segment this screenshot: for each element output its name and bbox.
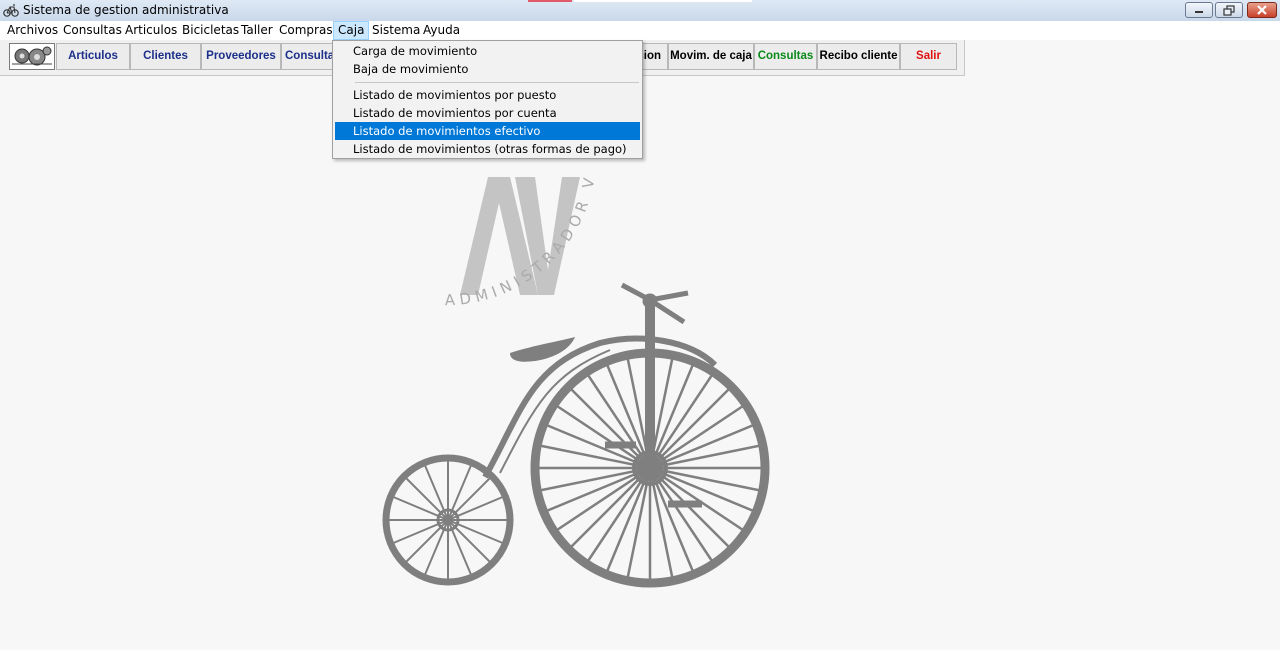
menu-compras[interactable]: Compras bbox=[275, 21, 337, 40]
toolbar-articulos-button[interactable]: Articulos bbox=[56, 43, 130, 70]
title-accent-red bbox=[528, 0, 572, 2]
toolbar-logo-button[interactable] bbox=[9, 43, 55, 70]
minimize-icon bbox=[1195, 11, 1203, 13]
title-bar: Sistema de gestion administrativa bbox=[0, 0, 1280, 22]
menu-option-baja-movimiento[interactable]: Baja de movimiento bbox=[335, 60, 640, 78]
menu-option-listado-por-cuenta[interactable]: Listado de movimientos por cuenta bbox=[335, 104, 640, 122]
toolbar-recibo-cliente-button[interactable]: Recibo cliente bbox=[817, 43, 900, 70]
close-icon bbox=[1257, 5, 1267, 15]
bicycle-app-icon bbox=[3, 4, 19, 17]
menu-option-listado-otras-formas[interactable]: Listado de movimientos (otras formas de … bbox=[335, 140, 640, 158]
restore-button[interactable] bbox=[1215, 2, 1243, 18]
menu-taller[interactable]: Taller bbox=[237, 21, 277, 40]
menu-ayuda[interactable]: Ayuda bbox=[419, 21, 464, 40]
menu-consultas[interactable]: Consultas bbox=[59, 21, 126, 40]
toolbar-salir-button[interactable]: Salir bbox=[900, 43, 957, 70]
title-accent-white bbox=[574, 0, 752, 2]
menu-option-listado-por-puesto[interactable]: Listado de movimientos por puesto bbox=[335, 86, 640, 104]
restore-icon bbox=[1223, 5, 1235, 16]
toolbar-consultas-green-button[interactable]: Consultas bbox=[754, 43, 817, 70]
menu-sistema[interactable]: Sistema bbox=[368, 21, 424, 40]
caja-dropdown-menu: Carga de movimiento Baja de movimiento L… bbox=[332, 40, 643, 159]
menu-bicicletas[interactable]: Bicicletas bbox=[178, 21, 243, 40]
toolbar-clientes-button[interactable]: Clientes bbox=[130, 43, 201, 70]
menu-separator bbox=[355, 82, 639, 83]
toolbar-movim-caja-button[interactable]: Movim. de caja bbox=[668, 43, 754, 70]
minimize-button[interactable] bbox=[1185, 2, 1213, 18]
menu-articulos[interactable]: Articulos bbox=[121, 21, 181, 40]
administrador-velo-logo: ADMINISTRADOR VELO bbox=[370, 165, 770, 588]
menu-option-listado-efectivo[interactable]: Listado de movimientos efectivo bbox=[335, 122, 640, 140]
menu-bar: Archivos Consultas Articulos Bicicletas … bbox=[0, 21, 1280, 40]
close-button[interactable] bbox=[1247, 2, 1277, 18]
window-title: Sistema de gestion administrativa bbox=[23, 3, 229, 17]
gears-icon bbox=[12, 46, 52, 66]
menu-option-carga-movimiento[interactable]: Carga de movimiento bbox=[335, 42, 640, 60]
toolbar-proveedores-button[interactable]: Proveedores bbox=[201, 43, 281, 70]
bicycle-illustration bbox=[382, 282, 770, 588]
menu-caja[interactable]: Caja bbox=[333, 21, 370, 40]
menu-archivos[interactable]: Archivos bbox=[3, 21, 62, 40]
